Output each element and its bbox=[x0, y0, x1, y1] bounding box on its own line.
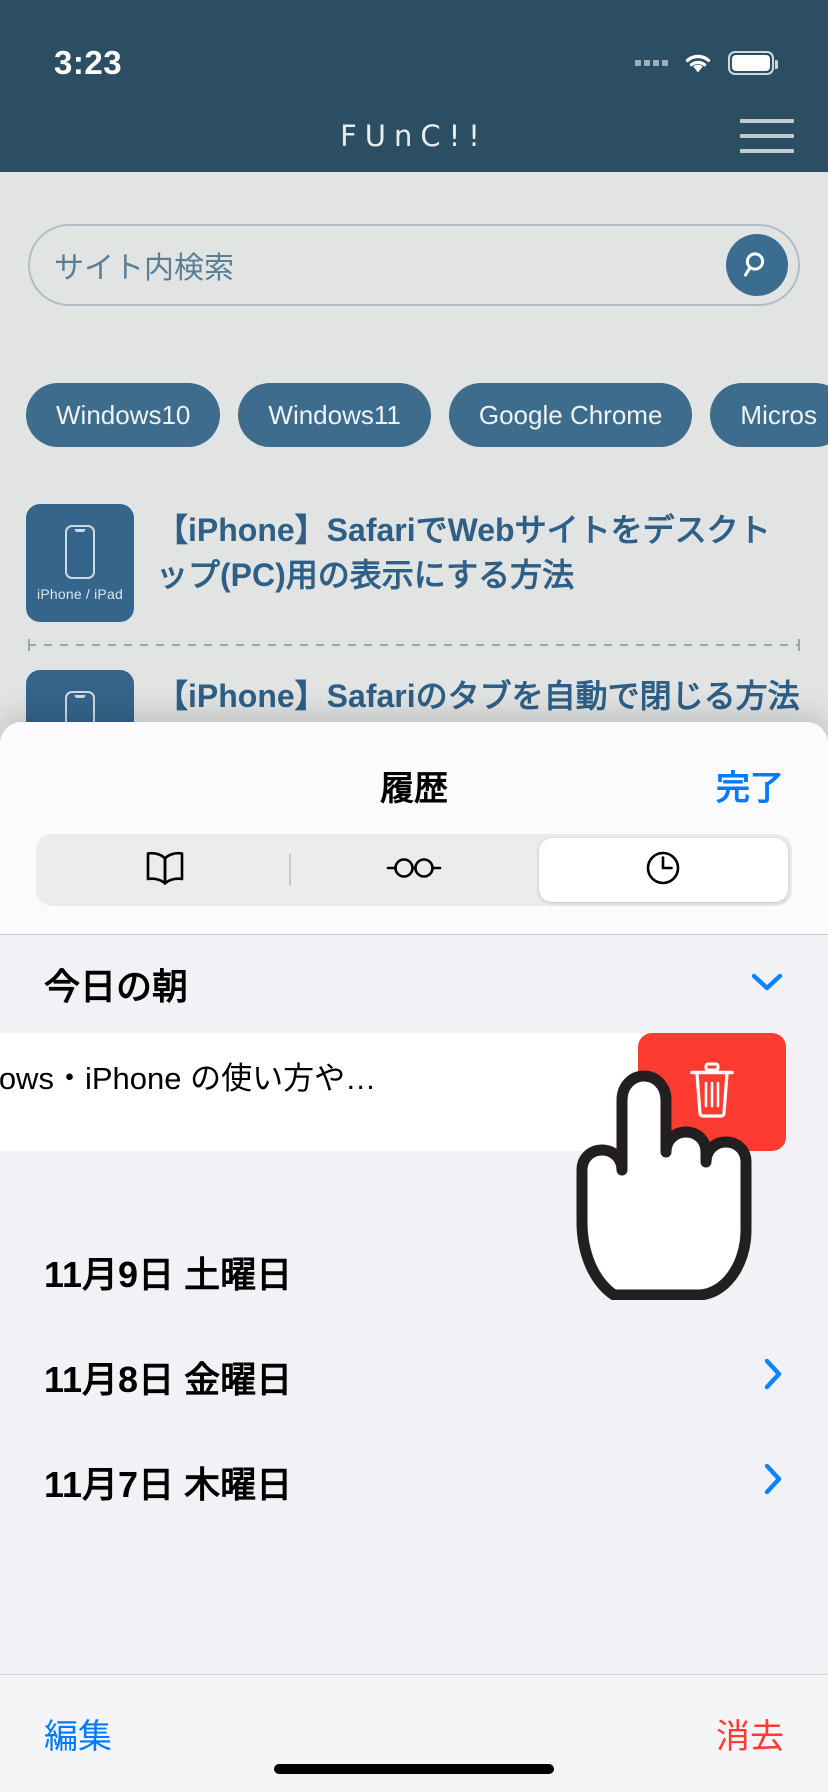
status-bar-time: 3:23 bbox=[54, 44, 123, 81]
hamburger-menu-icon[interactable] bbox=[740, 119, 794, 153]
site-logo[interactable]: FUnC!! bbox=[340, 119, 488, 153]
history-row-swiped: nc!! ｜ Windows・iPhone の使い方や… nc.jp bbox=[0, 1033, 828, 1151]
history-list: 今日の朝 nc!! ｜ Windows・iPhone の使い方や… nc.jp bbox=[0, 935, 828, 1674]
sheet-title: 履歴 bbox=[380, 769, 448, 808]
wifi-icon bbox=[682, 51, 714, 75]
sheet-segmented-control bbox=[36, 834, 792, 906]
delete-button[interactable] bbox=[638, 1033, 786, 1151]
search-placeholder: サイト内検索 bbox=[54, 252, 234, 285]
site-header: FUnC!! bbox=[0, 100, 828, 172]
history-date-label: 11月9日 土曜日 bbox=[44, 1253, 293, 1295]
history-date-row[interactable]: 11月7日 木曜日 bbox=[0, 1429, 828, 1534]
list-divider bbox=[28, 639, 800, 651]
history-date-row[interactable]: 11月8日 金曜日 bbox=[0, 1324, 828, 1429]
tag-chip-windows10[interactable]: Windows10 bbox=[26, 383, 221, 447]
tab-bookmarks[interactable] bbox=[40, 838, 289, 902]
home-indicator bbox=[274, 1764, 554, 1774]
history-sheet: 履歴 完了 今日の朝 ows・iPhone の使い方や… 11月9日 土曜日 1… bbox=[0, 722, 828, 1792]
clear-button[interactable]: 消去 bbox=[716, 1709, 784, 1758]
site-search-area: サイト内検索 bbox=[0, 172, 828, 306]
search-input[interactable]: サイト内検索 bbox=[28, 224, 800, 306]
bookmarks-book-icon bbox=[143, 849, 187, 892]
sheet-header: 履歴 完了 bbox=[0, 748, 828, 822]
edit-button[interactable]: 編集 bbox=[44, 1709, 112, 1758]
sheet-footer-toolbar: 編集 消去 bbox=[0, 1674, 828, 1792]
history-date-row[interactable]: 11月9日 土曜日 bbox=[0, 1219, 828, 1324]
phone-screen: 3:23 FUnC!! サイト内検索 Windows10 Windows11 G… bbox=[0, 0, 828, 1792]
tag-chip-google-chrome[interactable]: Google Chrome bbox=[448, 383, 693, 447]
history-date-label: 11月8日 金曜日 bbox=[44, 1358, 293, 1400]
tag-chip-microsoft[interactable]: Micros bbox=[710, 383, 828, 447]
segment-divider bbox=[289, 854, 291, 886]
tag-chip-windows11[interactable]: Windows11 bbox=[238, 383, 431, 447]
tab-history[interactable] bbox=[538, 838, 788, 902]
signal-dots-icon bbox=[635, 60, 668, 66]
chevron-right-icon[interactable] bbox=[762, 1357, 784, 1396]
article-thumbnail-label: iPhone / iPad bbox=[37, 585, 123, 602]
history-group-title: 今日の朝 bbox=[44, 966, 189, 1007]
article-title[interactable]: 【iPhone】SafariでWebサイトをデスクトップ(PC)用の表示にする方… bbox=[156, 504, 802, 599]
history-group-header[interactable]: 今日の朝 bbox=[0, 935, 828, 1033]
history-date-label: 11月7日 木曜日 bbox=[44, 1463, 293, 1505]
history-clock-icon bbox=[643, 848, 683, 893]
tab-reading-list[interactable] bbox=[289, 838, 538, 902]
chevron-right-icon[interactable] bbox=[762, 1462, 784, 1501]
battery-icon bbox=[728, 51, 778, 75]
done-button[interactable]: 完了 bbox=[716, 761, 784, 810]
search-icon[interactable] bbox=[726, 234, 788, 296]
article-list-item[interactable]: iPhone / iPad 【iPhone】SafariでWebサイトをデスクト… bbox=[26, 498, 802, 622]
status-bar-indicators bbox=[635, 51, 778, 75]
reading-list-glasses-icon bbox=[385, 853, 443, 888]
sheet-header-area: 履歴 完了 bbox=[0, 722, 828, 935]
chevron-down-icon[interactable] bbox=[750, 971, 784, 998]
status-bar: 3:23 bbox=[0, 0, 828, 100]
article-thumbnail: iPhone / iPad bbox=[26, 504, 134, 622]
trash-icon bbox=[685, 1059, 739, 1126]
iphone-outline-icon bbox=[65, 524, 95, 579]
tag-chip-list: Windows10 Windows11 Google Chrome Micros bbox=[0, 383, 828, 447]
